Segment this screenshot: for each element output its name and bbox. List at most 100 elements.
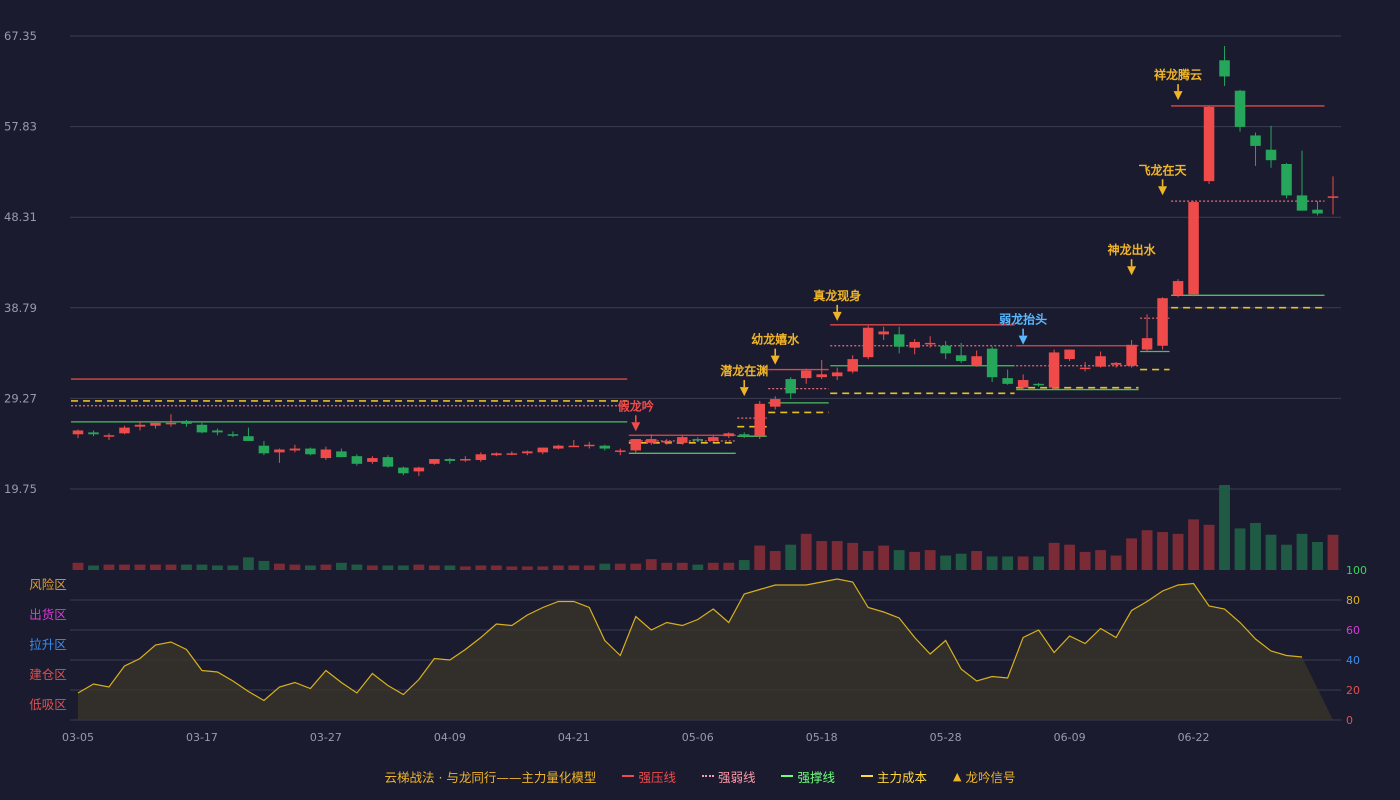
volume-bar: [847, 542, 859, 570]
candle-body: [382, 457, 394, 467]
oscillator-zone-label: 低吸区: [29, 697, 67, 712]
volume-bar: [289, 564, 301, 570]
volume-bar: [243, 557, 254, 570]
volume-bar: [181, 564, 192, 570]
candle-body: [212, 430, 223, 433]
candle-body: [831, 372, 843, 377]
signal-label: 祥龙腾云: [1154, 67, 1202, 82]
date-tick-label: 05-28: [930, 731, 962, 744]
legend-item-signal[interactable]: ▲ 龙吟信号: [953, 767, 1015, 786]
volume-bar: [661, 562, 673, 570]
candle-body: [754, 403, 765, 437]
candle-body: [1017, 380, 1029, 388]
volume-bar: [645, 559, 657, 570]
volume-bar: [1203, 524, 1215, 570]
candle-body: [1327, 196, 1339, 198]
volume-bar: [134, 564, 146, 570]
date-tick-label: 05-06: [682, 731, 714, 744]
candle-body: [88, 432, 99, 435]
volume-bar: [1281, 544, 1292, 570]
signals-layer: 假龙吟 潜龙在渊 幼龙嬉水 真龙现身弱龙抬头 神龙出水 飞龙在天 祥龙腾云: [618, 67, 1202, 432]
volume-bar: [1002, 556, 1014, 570]
candle-body: [553, 445, 564, 449]
candle-body: [1172, 281, 1184, 296]
volume-bar: [1141, 530, 1153, 570]
candle-body: [1126, 344, 1137, 366]
volume-bar: [1219, 485, 1230, 570]
candle-body: [785, 379, 796, 394]
candle-body: [661, 440, 673, 443]
candle-body: [336, 451, 347, 458]
volume-bar: [413, 564, 425, 570]
volume-bar: [366, 565, 378, 570]
candle-body: [119, 427, 130, 434]
legend-item-resist-line[interactable]: 强压线: [622, 767, 676, 786]
volume-bar: [800, 533, 812, 570]
legend-label-cost: 主力成本: [876, 769, 927, 785]
legend-swatch-resist: [622, 775, 635, 777]
candle-body: [878, 331, 889, 335]
oscillator-tick-label: 80: [1346, 594, 1360, 607]
volume-bar: [459, 566, 471, 570]
legend-item-model[interactable]: 云梯战法 · 与龙同行——主力量化模型: [385, 767, 597, 786]
candle-body: [1033, 383, 1044, 386]
volume-bar: [351, 564, 363, 570]
volume-bar: [909, 551, 921, 570]
volume-bar: [568, 565, 580, 570]
legend-label-weak: 强弱线: [717, 769, 756, 785]
candle-body: [1110, 362, 1122, 365]
candle-body: [692, 439, 704, 441]
candle-body: [1064, 349, 1075, 360]
candle-body: [444, 459, 456, 461]
legend-item-weak-line[interactable]: 强弱线: [701, 767, 756, 786]
volume-bar: [227, 565, 239, 570]
volume-bar: [1095, 550, 1107, 570]
volume-bar: [397, 565, 409, 570]
volume-bar: [1265, 534, 1277, 570]
volume-bar: [1157, 532, 1168, 570]
volume-bar: [986, 556, 998, 570]
candle-body: [305, 448, 316, 455]
candle-body: [738, 434, 750, 437]
candle-body: [537, 447, 549, 453]
volume-bar: [119, 564, 130, 570]
legend-item-support-line[interactable]: 强撑线: [781, 767, 835, 786]
price-tick-label: 19.75: [4, 482, 37, 496]
candle-body: [72, 430, 84, 435]
oscillator-tick-label: 60: [1346, 624, 1360, 637]
volume-bar: [212, 565, 223, 570]
volume-bar: [1296, 533, 1308, 570]
signal-arrow-icon: [770, 355, 780, 365]
price-tick-label: 48.31: [4, 210, 37, 224]
volume-bar: [599, 563, 611, 570]
volume-bar: [614, 563, 626, 570]
candle-body: [506, 453, 518, 455]
legend-label-model: 云梯战法 · 与龙同行——主力量化模型: [384, 769, 597, 785]
date-tick-label: 03-17: [186, 731, 218, 744]
candle-body: [924, 342, 936, 345]
candle-body: [429, 459, 440, 464]
candle-body: [971, 356, 982, 366]
volume-bar: [816, 541, 828, 570]
legend-item-cost-line[interactable]: 主力成本: [860, 767, 927, 786]
candle-body: [847, 359, 858, 372]
volume-bar: [971, 551, 983, 570]
date-tick-label: 03-05: [62, 731, 94, 744]
signal-label: 潜龙在渊: [720, 363, 768, 378]
volume-bar: [1064, 544, 1076, 570]
volume-bar: [1048, 542, 1060, 570]
candle-body: [243, 436, 254, 441]
candle-body: [258, 445, 270, 454]
candle-body: [165, 422, 177, 425]
price-tick-label: 38.79: [4, 301, 37, 315]
volume-bar: [878, 545, 890, 570]
candle-body: [522, 451, 533, 454]
candle-body: [599, 445, 611, 449]
oscillator-zone-label: 出货区: [29, 607, 67, 622]
candle-body: [320, 449, 332, 459]
volume-bar: [72, 562, 84, 570]
candle-body: [568, 445, 580, 448]
volume-bar: [955, 553, 967, 570]
volume-bar: [444, 565, 456, 570]
price-tick-label: 29.27: [4, 391, 37, 405]
